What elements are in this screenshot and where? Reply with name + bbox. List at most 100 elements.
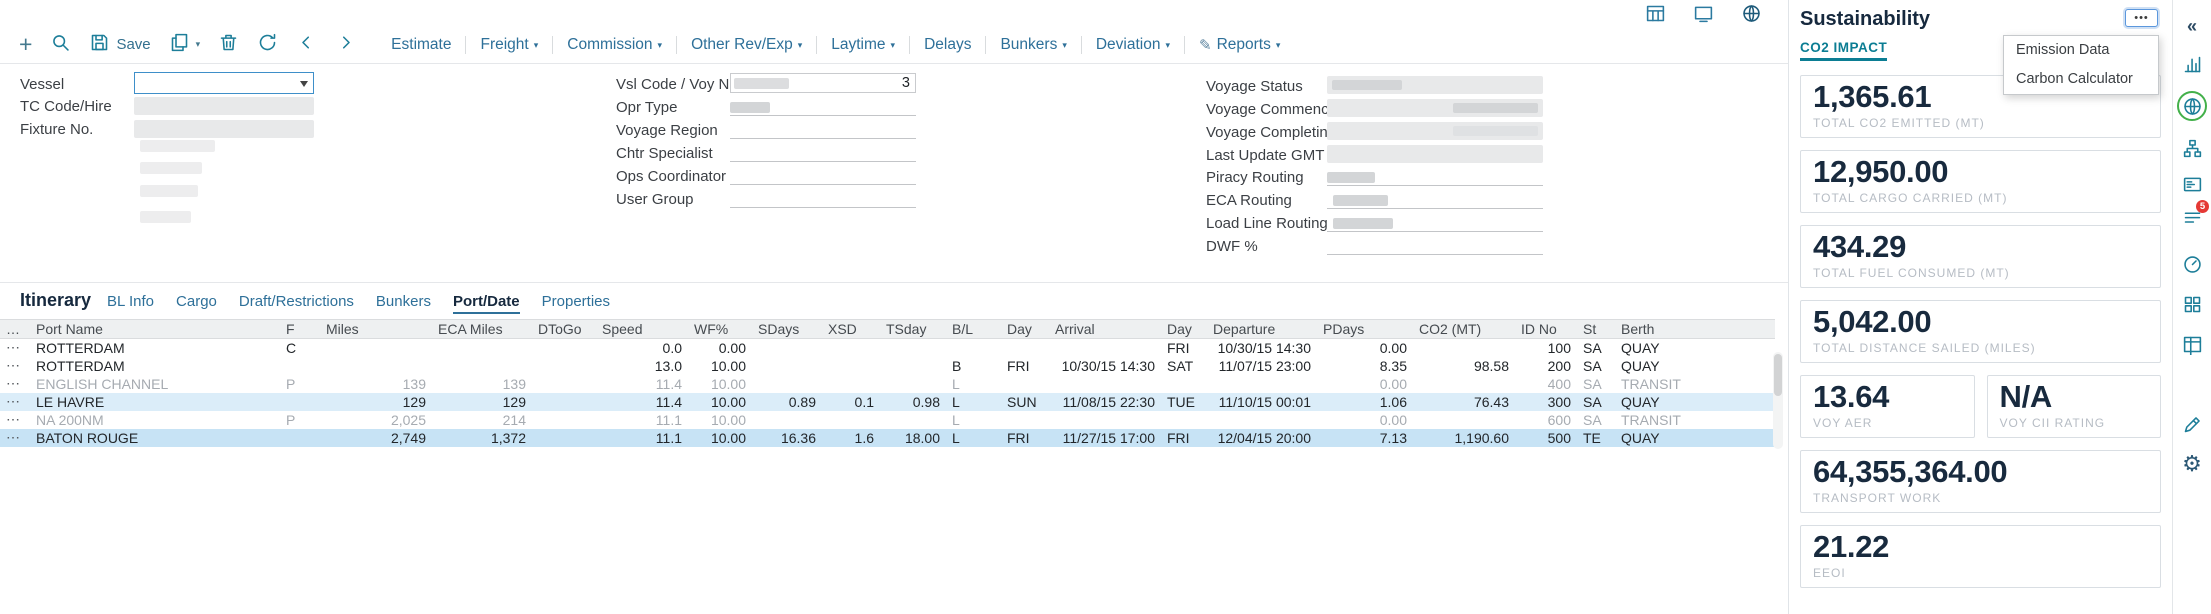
miles-cell[interactable] — [320, 339, 432, 357]
pdays-cell[interactable]: 0.00 — [1317, 339, 1413, 357]
cast-icon[interactable] — [1692, 2, 1714, 24]
pdays-cell[interactable]: 8.35 — [1317, 357, 1413, 375]
sdays-cell[interactable] — [752, 411, 822, 429]
berth-cell[interactable]: QUAY — [1615, 357, 1775, 375]
wf-cell[interactable]: 10.00 — [688, 411, 752, 429]
wf-cell[interactable]: 10.00 — [688, 393, 752, 411]
pdays-cell[interactable]: 0.00 — [1317, 411, 1413, 429]
tsday-cell[interactable] — [880, 411, 946, 429]
dwf-field[interactable] — [1327, 236, 1543, 255]
co2-cell[interactable]: 98.58 — [1413, 357, 1515, 375]
speed-cell[interactable]: 13.0 — [596, 357, 688, 375]
bl-cell[interactable]: B — [946, 357, 1001, 375]
menu-delays[interactable]: Delays — [909, 36, 985, 54]
day2-cell[interactable]: TUE — [1161, 393, 1207, 411]
idno-cell[interactable]: 200 — [1515, 357, 1577, 375]
back-button[interactable] — [287, 30, 326, 60]
miles-cell[interactable]: 139 — [320, 375, 432, 393]
co2-cell[interactable] — [1413, 375, 1515, 393]
berth-cell[interactable]: TRANSIT — [1615, 375, 1775, 393]
f-cell[interactable] — [280, 393, 320, 411]
co2-cell[interactable]: 1,190.60 — [1413, 429, 1515, 447]
day1-cell[interactable]: FRI — [1001, 357, 1049, 375]
analytics-chart-icon[interactable] — [2173, 46, 2211, 82]
wf-cell[interactable]: 10.00 — [688, 429, 752, 447]
column-header-st[interactable]: St — [1577, 320, 1615, 339]
berth-cell[interactable]: QUAY — [1615, 429, 1775, 447]
wf-cell[interactable]: 10.00 — [688, 357, 752, 375]
speed-cell[interactable]: 11.4 — [596, 393, 688, 411]
port-name-cell[interactable]: ROTTERDAM — [30, 339, 280, 357]
sdays-cell[interactable] — [752, 357, 822, 375]
f-cell[interactable]: P — [280, 375, 320, 393]
idno-cell[interactable]: 400 — [1515, 375, 1577, 393]
menu-commission[interactable]: Commission▾ — [552, 36, 676, 54]
arrival-cell[interactable]: 11/08/15 22:30 — [1049, 393, 1161, 411]
column-header-tsday[interactable]: TSday — [880, 320, 946, 339]
speed-cell[interactable]: 11.4 — [596, 375, 688, 393]
eca-routing-field[interactable] — [1327, 190, 1543, 209]
arrival-cell[interactable] — [1049, 375, 1161, 393]
bl-cell[interactable]: L — [946, 375, 1001, 393]
tsday-cell[interactable] — [880, 375, 946, 393]
st-cell[interactable]: SA — [1577, 339, 1615, 357]
departure-cell[interactable]: 10/30/15 14:30 — [1207, 339, 1317, 357]
task-list-icon[interactable]: 5 — [2173, 200, 2211, 236]
menu-item-carbon-calculator[interactable]: Carbon Calculator — [2004, 65, 2158, 94]
tab-cargo[interactable]: Cargo — [176, 293, 217, 314]
column-header-departure[interactable]: Departure — [1207, 320, 1317, 339]
pdays-cell[interactable]: 0.00 — [1317, 375, 1413, 393]
column-header-berth[interactable]: Berth — [1615, 320, 1775, 339]
xsd-cell[interactable]: 0.1 — [822, 393, 880, 411]
forward-button[interactable] — [326, 30, 365, 60]
dtogo-cell[interactable] — [532, 375, 596, 393]
voyage-region-field[interactable] — [730, 120, 916, 139]
column-header-menu[interactable]: … — [0, 320, 30, 339]
column-header-idno[interactable]: ID No — [1515, 320, 1577, 339]
co2-cell[interactable]: 76.43 — [1413, 393, 1515, 411]
pdays-cell[interactable]: 7.13 — [1317, 429, 1413, 447]
f-cell[interactable] — [280, 429, 320, 447]
tab-bl-info[interactable]: BL Info — [107, 293, 154, 314]
menu-item-emission-data[interactable]: Emission Data — [2004, 36, 2158, 65]
dtogo-cell[interactable] — [532, 339, 596, 357]
dtogo-cell[interactable] — [532, 357, 596, 375]
menu-deviation[interactable]: Deviation▾ — [1081, 36, 1184, 54]
bl-cell[interactable]: L — [946, 429, 1001, 447]
delete-button[interactable] — [209, 30, 248, 60]
speed-cell[interactable]: 11.1 — [596, 429, 688, 447]
dtogo-cell[interactable] — [532, 393, 596, 411]
globe-icon[interactable] — [1740, 2, 1762, 24]
pdays-cell[interactable]: 1.06 — [1317, 393, 1413, 411]
vessel-combobox[interactable] — [134, 72, 314, 94]
tsday-cell[interactable] — [880, 357, 946, 375]
column-header-f[interactable]: F — [280, 320, 320, 339]
miles-cell[interactable] — [320, 357, 432, 375]
co2-cell[interactable] — [1413, 339, 1515, 357]
column-header-day2[interactable]: Day — [1161, 320, 1207, 339]
refresh-button[interactable] — [248, 30, 287, 60]
day2-cell[interactable] — [1161, 375, 1207, 393]
speed-cell[interactable]: 0.0 — [596, 339, 688, 357]
day2-cell[interactable]: FRI — [1161, 339, 1207, 357]
miles-cell[interactable]: 129 — [320, 393, 432, 411]
tsday-cell[interactable]: 18.00 — [880, 429, 946, 447]
vsl-code-voy-no-field[interactable]: 3 — [730, 73, 916, 93]
idno-cell[interactable]: 600 — [1515, 411, 1577, 429]
opr-type-field[interactable] — [730, 97, 916, 116]
menu-freight[interactable]: Freight▾ — [465, 36, 552, 54]
apps-grid-icon[interactable] — [2173, 286, 2211, 322]
tab-port-date[interactable]: Port/Date — [453, 293, 520, 314]
save-button[interactable]: Save — [80, 30, 159, 60]
column-header-wf[interactable]: WF% — [688, 320, 752, 339]
day2-cell[interactable] — [1161, 411, 1207, 429]
eca-miles-cell[interactable]: 1,372 — [432, 429, 532, 447]
tsday-cell[interactable]: 0.98 — [880, 393, 946, 411]
day1-cell[interactable]: SUN — [1001, 393, 1049, 411]
idno-cell[interactable]: 500 — [1515, 429, 1577, 447]
org-chart-icon[interactable] — [2173, 130, 2211, 166]
search-button[interactable] — [41, 30, 80, 60]
column-header-bl[interactable]: B/L — [946, 320, 1001, 339]
departure-cell[interactable]: 11/07/15 23:00 — [1207, 357, 1317, 375]
layout-columns-icon[interactable] — [2173, 326, 2211, 362]
